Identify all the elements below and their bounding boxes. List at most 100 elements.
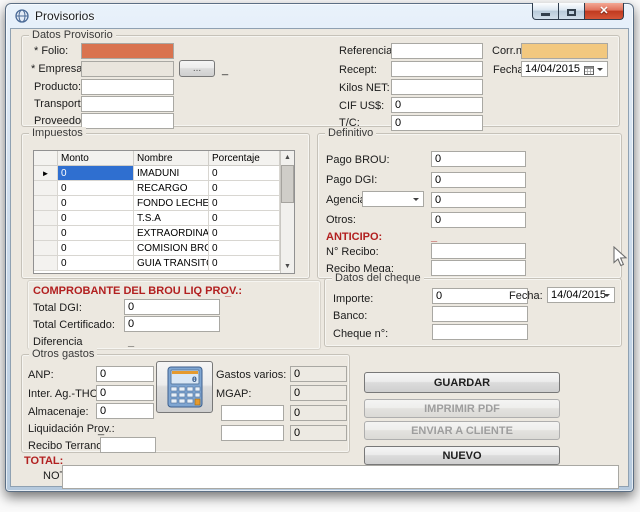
kilos-label: Kilos NET: bbox=[339, 82, 390, 94]
diferencia-value: _ bbox=[128, 336, 134, 348]
cell-nombre[interactable]: T.S.A bbox=[134, 211, 209, 226]
proveedor-label: Proveedor: bbox=[34, 115, 88, 127]
cell-nombre[interactable]: IMADUNI bbox=[134, 166, 209, 181]
cell-monto[interactable]: 0 bbox=[58, 241, 134, 256]
guardar-button[interactable]: GUARDAR bbox=[364, 372, 560, 393]
cell-porcentaje[interactable]: 0 bbox=[209, 166, 280, 181]
cell-nombre[interactable]: GUIA TRANSITO bbox=[134, 256, 209, 271]
total-certificado-input[interactable]: 0 bbox=[124, 316, 220, 332]
app-window: Provisorios ✕ Datos Provisorio * Folio: … bbox=[5, 3, 634, 492]
cell-porcentaje[interactable]: 0 bbox=[209, 181, 280, 196]
agencia-combobox[interactable] bbox=[362, 191, 424, 207]
row-selector[interactable] bbox=[34, 181, 58, 196]
corr-input[interactable] bbox=[521, 43, 608, 59]
recibo-mega-input[interactable] bbox=[431, 260, 526, 276]
mouse-cursor bbox=[613, 246, 629, 268]
total-dgi-input[interactable]: 0 bbox=[124, 299, 220, 315]
cell-porcentaje[interactable]: 0 bbox=[209, 256, 280, 271]
notas-input[interactable] bbox=[62, 465, 619, 489]
grid-vertical-scrollbar[interactable]: ▲ ▼ bbox=[280, 151, 294, 273]
grid-header-porcentaje[interactable]: Porcentaje bbox=[209, 151, 280, 166]
anp-input[interactable]: 0 bbox=[96, 366, 154, 382]
scroll-up-icon[interactable]: ▲ bbox=[281, 151, 294, 164]
grid-row[interactable]: 0GUIA TRANSITO0 bbox=[34, 256, 294, 271]
cell-monto[interactable]: 0 bbox=[58, 226, 134, 241]
grid-row[interactable]: 0RECARGO0 bbox=[34, 181, 294, 196]
agencia-input[interactable]: 0 bbox=[431, 192, 526, 208]
n-recibo-input[interactable] bbox=[431, 243, 526, 259]
close-button[interactable]: ✕ bbox=[584, 3, 624, 20]
chevron-down-icon bbox=[413, 198, 419, 204]
grid-row[interactable]: 0COMISION BROU0 bbox=[34, 241, 294, 256]
row-selector[interactable] bbox=[34, 241, 58, 256]
row-selector[interactable] bbox=[34, 196, 58, 211]
transporte-input[interactable] bbox=[81, 96, 174, 112]
almacenaje-input[interactable]: 0 bbox=[96, 403, 154, 419]
banco-input[interactable] bbox=[432, 306, 528, 322]
row-selector[interactable] bbox=[34, 226, 58, 241]
tc-input[interactable]: 0 bbox=[391, 115, 483, 131]
cell-porcentaje[interactable]: 0 bbox=[209, 241, 280, 256]
desktop: { "window": { "title": "Provisorios" }, … bbox=[0, 0, 640, 512]
extra2-name-input[interactable] bbox=[221, 425, 284, 441]
recibo-terranova-input[interactable] bbox=[100, 437, 156, 453]
cheque-n-input[interactable] bbox=[432, 324, 528, 340]
group-impuestos-title: Impuestos bbox=[29, 127, 86, 139]
cell-monto[interactable]: 0 bbox=[58, 211, 134, 226]
grid-row[interactable]: 0EXTRAORDINA...0 bbox=[34, 226, 294, 241]
folio-input[interactable] bbox=[81, 43, 174, 59]
grid-row[interactable]: 0T.S.A0 bbox=[34, 211, 294, 226]
grid-row[interactable]: 0FONDO LECHERO0 bbox=[34, 196, 294, 211]
form-client-area: Datos Provisorio * Folio: * Empresa: ...… bbox=[10, 28, 629, 487]
pago-brou-input[interactable]: 0 bbox=[431, 151, 526, 167]
cif-input[interactable]: 0 bbox=[391, 97, 483, 113]
group-datos-provisorio: Datos Provisorio * Folio: * Empresa: ...… bbox=[21, 35, 620, 127]
cell-monto[interactable]: 0 bbox=[58, 196, 134, 211]
row-selector[interactable] bbox=[34, 211, 58, 226]
proveedor-input[interactable] bbox=[81, 113, 174, 129]
fecha-datepicker[interactable]: 14/04/2015 bbox=[521, 61, 608, 77]
cell-monto[interactable]: 0 bbox=[58, 256, 134, 271]
folio-label: * Folio: bbox=[34, 45, 68, 57]
cell-porcentaje[interactable]: 0 bbox=[209, 211, 280, 226]
scrollbar-thumb[interactable] bbox=[281, 165, 294, 203]
importe-label: Importe: bbox=[333, 293, 373, 305]
extra1-name-input[interactable] bbox=[221, 405, 284, 421]
cell-porcentaje[interactable]: 0 bbox=[209, 226, 280, 241]
otros-input[interactable]: 0 bbox=[431, 212, 526, 228]
recept-input[interactable] bbox=[391, 61, 483, 77]
maximize-button[interactable] bbox=[558, 3, 585, 20]
scroll-down-icon[interactable]: ▼ bbox=[281, 260, 294, 273]
cell-monto[interactable]: 0 bbox=[58, 166, 134, 181]
empresa-browse-button[interactable]: ... bbox=[179, 60, 215, 77]
enviar-cliente-button: ENVIAR A CLIENTE bbox=[364, 421, 560, 440]
pago-brou-label: Pago BROU: bbox=[326, 154, 390, 166]
calculator-icon: θ bbox=[167, 366, 203, 408]
cell-porcentaje[interactable]: 0 bbox=[209, 196, 280, 211]
total-certificado-label: Total Certificado: bbox=[33, 319, 115, 331]
kilos-input[interactable] bbox=[391, 79, 483, 95]
pago-dgi-input[interactable]: 0 bbox=[431, 172, 526, 188]
grid-row[interactable]: ►0IMADUNI0 bbox=[34, 166, 294, 181]
nuevo-button[interactable]: NUEVO bbox=[364, 446, 560, 465]
grid-header-nombre[interactable]: Nombre bbox=[134, 151, 209, 166]
calendar-icon bbox=[584, 65, 594, 75]
cell-nombre[interactable]: RECARGO bbox=[134, 181, 209, 196]
cell-nombre[interactable]: EXTRAORDINA... bbox=[134, 226, 209, 241]
cif-label: CIF US$: bbox=[339, 100, 384, 112]
cheque-fecha-combobox[interactable]: 14/04/2015 bbox=[547, 287, 615, 303]
inter-input[interactable]: 0 bbox=[96, 385, 154, 401]
calculator-button[interactable]: θ bbox=[156, 361, 213, 413]
row-selector[interactable]: ► bbox=[34, 166, 58, 181]
grid-header-monto[interactable]: Monto bbox=[58, 151, 134, 166]
referencia-input[interactable] bbox=[391, 43, 483, 59]
agencia-label: Agencia bbox=[326, 194, 366, 206]
producto-input[interactable] bbox=[81, 79, 174, 95]
otros-label: Otros: bbox=[326, 214, 356, 226]
impuestos-grid[interactable]: Monto Nombre Porcentaje ►0IMADUNI00RECAR… bbox=[33, 150, 295, 274]
cell-nombre[interactable]: FONDO LECHERO bbox=[134, 196, 209, 211]
cell-monto[interactable]: 0 bbox=[58, 181, 134, 196]
cell-nombre[interactable]: COMISION BROU bbox=[134, 241, 209, 256]
row-selector[interactable] bbox=[34, 256, 58, 271]
minimize-button[interactable] bbox=[532, 3, 559, 20]
